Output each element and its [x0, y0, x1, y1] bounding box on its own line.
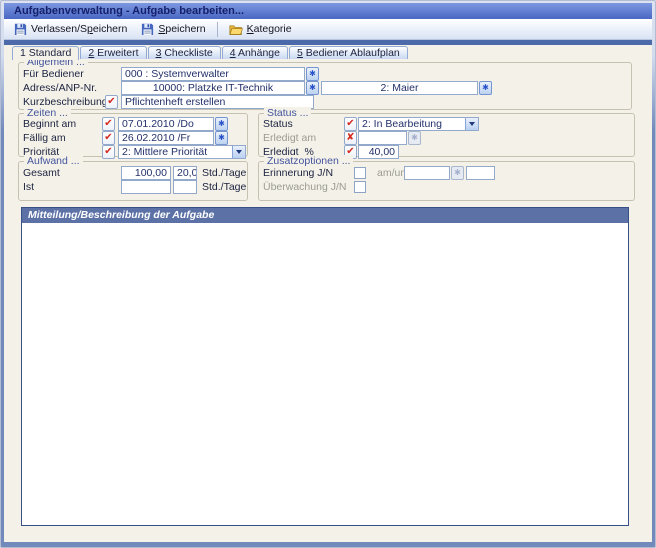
tab-erweitert[interactable]: 2 Erweitert	[80, 46, 146, 59]
group-aufwand: Aufwand ... Gesamt 100,00 20,0 Std./Tage…	[18, 161, 248, 201]
leave-save-button[interactable]: Verlassen/Speichern	[8, 21, 133, 37]
toolbar-separator	[217, 22, 218, 37]
erledigt-am-clear-button[interactable]: ✘	[344, 131, 357, 145]
erledigt-am-lookup-button: ✱	[408, 131, 421, 145]
toolbar: Verlassen/Speichern Speichern Kategorie	[4, 19, 652, 40]
check-icon: ✔	[104, 146, 112, 157]
group-aufwand-title: Aufwand ...	[24, 155, 83, 167]
memo-textarea[interactable]	[22, 223, 628, 525]
group-zeiten: Zeiten ... Beginnt am ✔ 07.01.2010 /Do ✱…	[18, 113, 248, 157]
group-allgemein: Allgemein ... Für Bediener 000 : Systemv…	[18, 62, 632, 110]
faellig-am-field[interactable]: 26.02.2010 /Fr	[118, 131, 214, 145]
ist-tage-field[interactable]	[173, 180, 197, 194]
erledigt-prozent-field[interactable]: 40,00	[358, 145, 399, 159]
asterisk-icon: ✱	[482, 83, 489, 92]
gesamt-label: Gesamt	[23, 167, 60, 180]
ueberwachung-label: Überwachung J/N	[263, 181, 346, 194]
save-button[interactable]: Speichern	[135, 21, 211, 37]
tab-strip: 1 Standard 2 Erweitert 3 Checkliste 4 An…	[4, 45, 652, 59]
faellig-am-check-button[interactable]: ✔	[102, 131, 115, 145]
erinnerung-datum-lookup-button: ✱	[451, 166, 464, 180]
status-check-button[interactable]: ✔	[344, 117, 357, 131]
check-icon: ✔	[346, 118, 354, 129]
kontakt-lookup-button[interactable]: ✱	[479, 81, 492, 95]
beginnt-am-field[interactable]: 07.01.2010 /Do	[118, 117, 214, 131]
fuer-bediener-field[interactable]: 000 : Systemverwalter	[121, 67, 305, 81]
x-mark-icon: ✘	[346, 132, 354, 143]
ist-stunden-field[interactable]	[121, 180, 171, 194]
group-allgemein-title: Allgemein ...	[24, 59, 88, 68]
category-button[interactable]: Kategorie	[223, 21, 298, 37]
title-bar[interactable]: Aufgabenverwaltung - Aufgabe bearbeiten.…	[4, 3, 652, 19]
gesamt-tage-field[interactable]: 20,0	[173, 166, 197, 180]
asterisk-icon: ✱	[309, 83, 316, 92]
status-label: Status	[263, 118, 293, 131]
group-zusatzoptionen: Zusatzoptionen ... Erinnerung J/N am/um …	[258, 161, 635, 201]
memo-panel: Mitteilung/Beschreibung der Aufgabe	[21, 207, 629, 526]
save-icon	[141, 23, 154, 35]
ist-label: Ist	[23, 181, 34, 194]
save-exit-icon	[14, 23, 27, 35]
check-icon: ✔	[104, 132, 112, 143]
erinnerung-zeit-field[interactable]	[466, 166, 495, 180]
fuer-bediener-lookup-button[interactable]: ✱	[306, 67, 319, 81]
prioritaet-check-button[interactable]: ✔	[102, 145, 115, 159]
faellig-am-lookup-button[interactable]: ✱	[215, 131, 228, 145]
ueberwachung-checkbox[interactable]	[354, 181, 366, 193]
asterisk-icon: ✱	[218, 119, 225, 128]
asterisk-icon: ✱	[218, 133, 225, 142]
folder-open-icon	[229, 24, 243, 35]
tab-anhaenge[interactable]: 4 Anhänge	[222, 46, 288, 59]
app-window: Aufgabenverwaltung - Aufgabe bearbeiten.…	[0, 0, 656, 548]
tab-bediener-ablaufplan[interactable]: 5 Bediener Ablaufplan	[289, 46, 408, 59]
beginnt-am-label: Beginnt am	[23, 118, 76, 131]
memo-header: Mitteilung/Beschreibung der Aufgabe	[22, 208, 628, 223]
prioritaet-select[interactable]: 2: Mittlere Priorität	[118, 145, 246, 159]
group-status: Status ... Status ✔ 2: In Bearbeitung Er…	[258, 113, 635, 157]
fuer-bediener-label: Für Bediener	[23, 68, 84, 81]
tab-checkliste[interactable]: 3 Checkliste	[148, 46, 221, 59]
erledigt-am-label: Erledigt am	[263, 132, 316, 145]
ist-unit-label: Std./Tage	[202, 181, 246, 194]
check-icon: ✔	[104, 118, 112, 129]
tab-standard[interactable]: 1 Standard	[12, 46, 79, 60]
asterisk-icon: ✱	[454, 168, 461, 177]
check-icon: ✔	[107, 96, 115, 107]
asterisk-icon: ✱	[309, 69, 316, 78]
gesamt-stunden-field[interactable]: 100,00	[121, 166, 171, 180]
erledigt-am-field[interactable]	[358, 131, 407, 145]
memo-title: Mitteilung/Beschreibung der Aufgabe	[28, 209, 214, 221]
erinnerung-label: Erinnerung J/N	[263, 167, 333, 180]
kurzbeschreibung-check-button[interactable]: ✔	[105, 95, 118, 109]
asterisk-icon: ✱	[411, 133, 418, 142]
beginnt-am-check-button[interactable]: ✔	[102, 117, 115, 131]
kontakt-field[interactable]: 2: Maier	[321, 81, 478, 95]
group-zusatzoptionen-title: Zusatzoptionen ...	[264, 155, 353, 167]
chevron-down-icon[interactable]	[465, 118, 478, 130]
status-select[interactable]: 2: In Bearbeitung	[358, 117, 479, 131]
chevron-down-icon[interactable]	[232, 146, 245, 158]
adress-label: Adress/ANP-Nr.	[23, 82, 97, 95]
beginnt-am-lookup-button[interactable]: ✱	[215, 117, 228, 131]
faellig-am-label: Fällig am	[23, 132, 66, 145]
adress-lookup-button[interactable]: ✱	[306, 81, 319, 95]
gesamt-unit-label: Std./Tage	[202, 167, 246, 180]
standard-tab-page: Allgemein ... Für Bediener 000 : Systemv…	[4, 59, 652, 542]
erinnerung-datum-field[interactable]	[404, 166, 450, 180]
erinnerung-checkbox[interactable]	[354, 167, 366, 179]
adress-field[interactable]: 10000: Platzke IT-Technik	[121, 81, 305, 95]
window-title: Aufgabenverwaltung - Aufgabe bearbeiten.…	[14, 5, 244, 17]
